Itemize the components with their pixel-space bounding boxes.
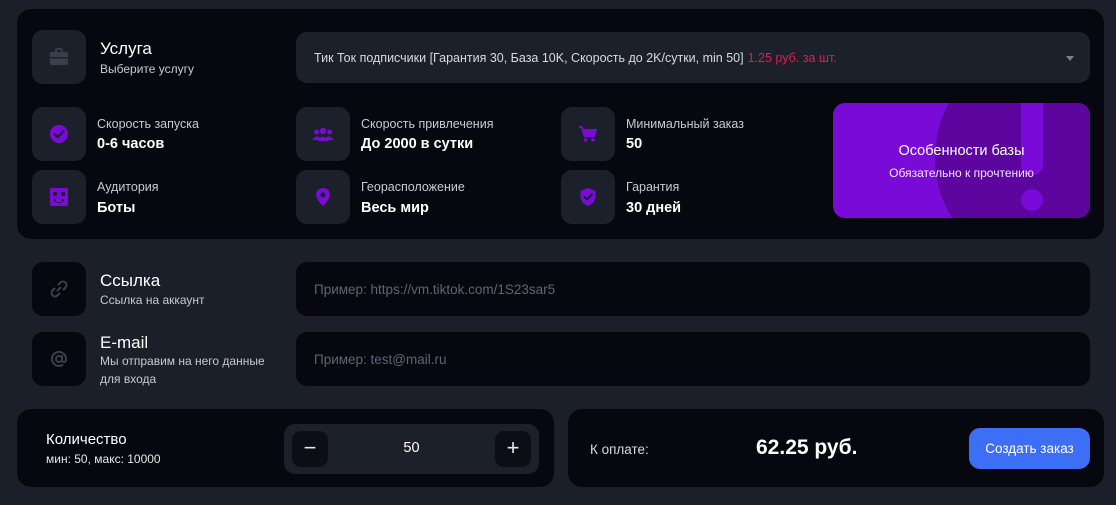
service-select-price: 1.25 руб. за шт. [747,50,837,65]
quantity-value[interactable]: 50 [344,440,479,456]
geo-label: Георасположение [361,180,465,194]
service-subtitle: Выберите услугу [100,62,195,76]
audience-value: Боты [97,200,136,216]
min-order-label: Минимальный заказ [626,117,744,131]
launch-speed-icon-box [32,107,86,161]
email-subtitle-line2: для входа [100,372,157,386]
quantity-title: Количество [46,431,127,448]
payment-amount: 62.25 руб. [756,436,858,459]
min-order-icon-box [561,107,615,161]
at-icon [51,350,68,367]
geo-icon-box [296,170,350,224]
audience-icon-box [32,170,86,224]
chevron-down-icon [1066,56,1074,61]
link-subtitle: Ссылка на аккаунт [100,293,205,307]
exclamation-icon [1021,103,1043,175]
briefcase-icon [50,48,68,65]
audience-label: Аудитория [97,180,159,194]
service-select[interactable]: Тик Ток подписчики [Гарантия 30, База 10… [296,32,1090,83]
email-title: E-mail [100,333,149,352]
attraction-speed-label: Скорость привлечения [361,117,494,131]
attraction-speed-value: До 2000 в сутки [361,136,474,152]
link-icon [50,280,68,298]
service-title: Услуга [100,39,152,58]
email-subtitle-line1: Мы отправим на него данные [100,354,265,368]
service-select-text: Тик Ток подписчики [Гарантия 30, База 10… [314,50,744,65]
payment-label: К оплате: [590,442,649,457]
service-icon-box [32,30,86,84]
min-order-value: 50 [626,136,643,152]
promo-subtitle: Обязательно к прочтению [889,166,1034,180]
link-input-placeholder: Пример: https://vm.tiktok.com/1S23sar5 [314,281,556,297]
shield-check-icon [580,188,596,206]
quantity-limits: мин: 50, макс: 10000 [46,452,161,466]
check-circle-icon [50,125,68,143]
email-icon-box [32,332,86,386]
create-order-button[interactable]: Создать заказ [969,428,1090,469]
guarantee-icon-box [561,170,615,224]
base-features-card[interactable]: Особенности базы Обязательно к прочтению [833,103,1090,218]
promo-decor-circle [935,103,1090,218]
link-title: Ссылка [100,271,161,290]
quantity-increase-button[interactable]: + [495,431,531,467]
launch-speed-label: Скорость запуска [97,117,199,131]
page-background: Услуга Выберите услугу Тик Ток подписчик… [0,0,1116,505]
email-input[interactable]: Пример: test@mail.ru [296,332,1090,386]
link-input[interactable]: Пример: https://vm.tiktok.com/1S23sar5 [296,262,1090,316]
cart-icon [579,126,597,142]
email-input-placeholder: Пример: test@mail.ru [314,351,447,367]
link-icon-box [32,262,86,316]
attraction-speed-icon-box [296,107,350,161]
users-icon [312,127,334,141]
quantity-stepper: − 50 + [284,424,539,474]
bot-icon [50,188,68,206]
launch-speed-value: 0-6 часов [97,136,165,152]
exclamation-dot [1021,189,1043,211]
location-pin-icon [316,188,330,206]
guarantee-value: 30 дней [626,200,682,216]
quantity-decrease-button[interactable]: − [292,431,328,467]
promo-title: Особенности базы [898,143,1025,159]
guarantee-label: Гарантия [626,180,680,194]
geo-value: Весь мир [361,200,429,216]
